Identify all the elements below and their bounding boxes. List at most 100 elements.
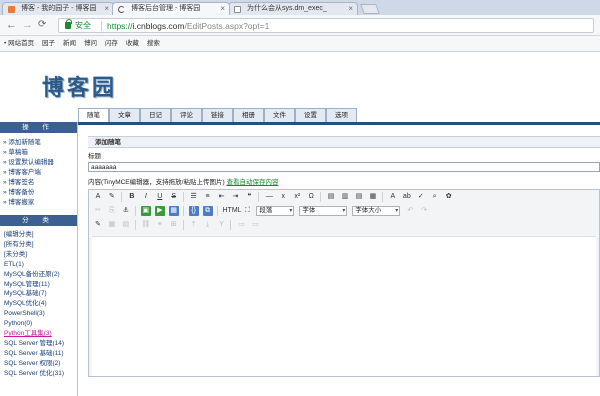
bullet-list-icon[interactable]: ☰ [189,192,199,202]
category-link[interactable]: [所有分类] [4,240,77,250]
superscript-icon[interactable]: x² [292,192,302,202]
browser-tab-3[interactable]: 为什么会从sys.dm_exec_ × [228,2,358,15]
category-link[interactable]: ETL(1) [4,260,77,270]
italic-icon[interactable]: I [141,192,151,202]
bookmark-questions[interactable]: 博问 [84,36,97,52]
outdent-icon[interactable]: ⇤ [217,192,227,202]
align-right-icon[interactable]: ▤ [354,192,364,202]
back-arrow-icon[interactable]: ← [6,18,17,32]
underline-icon[interactable]: U [155,192,165,202]
category-link[interactable]: SQL Server 基础(11) [4,349,77,359]
browser-tab-2[interactable]: 博客后台管理 - 博客园 × [112,2,230,15]
insert-code-icon[interactable]: {} [188,206,199,216]
tab-close-icon[interactable]: × [104,3,109,15]
category-link[interactable]: MySQL优化(4) [4,299,77,309]
unlink-icon[interactable]: ⚭ [155,220,165,230]
category-link[interactable]: SQL Server 管理(14) [4,339,77,349]
blockquote-icon[interactable]: ❝ [244,192,254,202]
strikethrough-icon[interactable]: S [169,192,179,202]
op-blog-move[interactable]: 博客搬家 [3,198,77,208]
align-center-icon[interactable]: ▥ [340,192,350,202]
row-after-icon[interactable]: ⤓ [203,220,213,230]
tab-diary[interactable]: 日记 [140,108,171,123]
table-props-icon[interactable]: ▦ [107,220,117,230]
op-blog-client[interactable]: 博客客户端 [3,168,77,178]
edit-icon[interactable]: ✎ [93,220,103,230]
category-link-hovered[interactable]: Python工具集(3) [4,329,77,339]
op-blog-backup[interactable]: 博客备份 [3,188,77,198]
tab-close-icon[interactable]: × [220,3,225,15]
justify-icon[interactable]: ▦ [368,192,378,202]
tab-comments[interactable]: 评论 [171,108,202,123]
tab-close-icon[interactable]: × [348,3,353,15]
tab-files[interactable]: 文件 [264,108,295,123]
new-tab-button[interactable] [360,4,380,14]
title-input[interactable] [88,162,600,172]
replace-icon[interactable]: ab [402,192,412,202]
bookmark-garden[interactable]: 园子 [42,36,55,52]
style-icon[interactable]: Y [217,220,227,230]
category-link[interactable]: Python(0) [4,319,77,329]
indent-icon[interactable]: ⇥ [230,192,240,202]
layer-icon[interactable]: ▭ [236,220,246,230]
highlight-icon[interactable]: ✎ [107,192,117,202]
align-left-icon[interactable]: ▤ [326,192,336,202]
preview-icon[interactable]: ⧉ [202,206,213,216]
category-link[interactable]: MySQL管理(11) [4,280,77,290]
tab-articles[interactable]: 文章 [109,108,140,123]
html-source-icon[interactable]: HTML [222,206,241,216]
font-family-select[interactable]: 字体 [299,206,348,216]
paragraph-select[interactable]: 段落 [256,206,295,216]
op-blog-signature[interactable]: 博客签名 [3,178,77,188]
clean-format-icon[interactable]: ✿ [444,192,454,202]
category-link[interactable]: SQL Server 权限(2) [4,359,77,369]
bookmark-home[interactable]: • 网站首页 [4,36,34,52]
special-char-icon[interactable]: Ω [306,192,316,202]
spellcheck-icon[interactable]: ✓ [416,192,426,202]
find-icon[interactable]: A [388,192,398,202]
row-before-icon[interactable]: ⤒ [189,220,199,230]
reload-icon[interactable]: ⟳ [38,18,46,32]
insert-media-icon[interactable]: ▶ [154,206,165,216]
bookmark-flash[interactable]: 闪存 [105,36,118,52]
undo-icon[interactable]: ↶ [405,206,415,216]
redo-icon[interactable]: ↷ [419,206,429,216]
browser-tab-1[interactable]: 博客 - 我的园子 - 博客园 × [2,2,114,15]
bookmark-news[interactable]: 新闻 [63,36,76,52]
subscript-icon[interactable]: x [278,192,288,202]
op-default-editor[interactable]: 设置默认编辑器 [3,158,77,168]
op-add-post[interactable]: 添加新随笔 [3,138,77,148]
insert-table-icon[interactable]: ▦ [168,206,179,216]
insert-image-icon[interactable]: ▣ [140,206,151,216]
op-drafts[interactable]: 草稿箱 [3,148,77,158]
anchor-icon[interactable]: ⚓ [121,206,131,216]
site-logo[interactable]: 博客园 [42,70,117,102]
cell-props-icon[interactable]: ▤ [121,220,131,230]
bold-icon[interactable]: B [127,192,137,202]
category-link[interactable]: [编辑分类] [4,230,77,240]
template-icon[interactable]: ▭ [250,220,260,230]
category-link[interactable]: SQL Server 优化(31) [4,369,77,379]
search-icon[interactable]: ⌕ [430,192,440,202]
copy-icon[interactable]: ⎘ [107,206,117,216]
font-color-icon[interactable]: A [93,192,103,202]
font-size-select[interactable]: 字体大小 [352,206,401,216]
category-link[interactable]: MySQL基础(7) [4,289,77,299]
bookmark-favorites[interactable]: 收藏 [126,36,139,52]
link-icon[interactable]: ⛓ [141,220,151,230]
url-text[interactable]: https://i.cnblogs.com/EditPosts.aspx?opt… [107,20,269,32]
category-link[interactable]: [未分类] [4,250,77,260]
autosave-link[interactable]: 查看自动保存内容 [226,179,278,186]
tab-options[interactable]: 选项 [326,108,357,123]
editor-content-area[interactable] [92,236,596,376]
bookmark-search[interactable]: 搜索 [147,36,160,52]
numbered-list-icon[interactable]: ≡ [203,192,213,202]
cut-icon[interactable]: ✂ [93,206,103,216]
address-bar[interactable]: 安全 https://i.cnblogs.com/EditPosts.aspx?… [58,18,594,33]
tab-links[interactable]: 链接 [202,108,233,123]
forward-arrow-icon[interactable]: → [22,18,33,32]
merge-cells-icon[interactable]: ⊞ [169,220,179,230]
category-link[interactable]: PowerShell(3) [4,309,77,319]
tab-settings[interactable]: 设置 [295,108,326,123]
fullscreen-icon[interactable]: ⛶ [242,206,252,216]
